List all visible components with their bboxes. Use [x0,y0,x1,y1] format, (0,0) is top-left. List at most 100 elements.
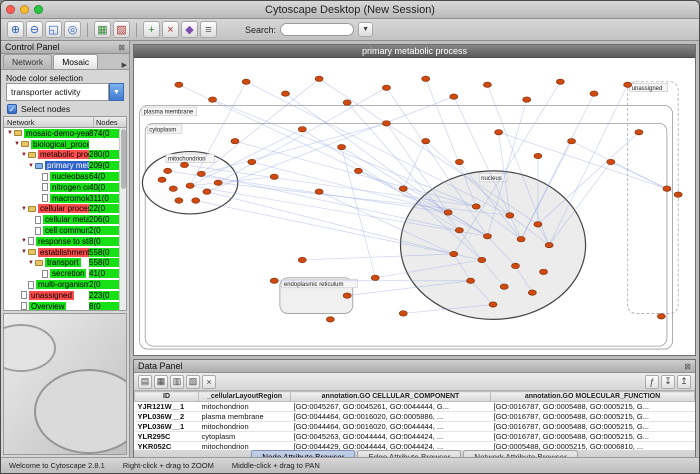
graph-edge[interactable] [213,100,477,207]
graph-edge[interactable] [302,129,459,230]
match-attribute-icon[interactable]: ▧ [186,375,200,389]
expand-arrow-icon[interactable]: ▼ [20,152,28,158]
tree-header-network[interactable]: Network [4,117,94,127]
graph-node[interactable] [540,269,548,274]
destroy-network-icon[interactable]: × [162,21,179,38]
close-panel-icon[interactable]: ⊠ [118,43,125,52]
tree-item-mosaic-demo-yeast[interactable]: ▼mosaic-demo-yeast874(0 [4,128,119,139]
expand-arrow-icon[interactable]: ▼ [27,163,35,169]
hide-selected-icon[interactable]: ▨ [113,21,130,38]
graph-node[interactable] [242,79,250,84]
graph-node[interactable] [674,192,682,197]
graph-node[interactable] [534,222,542,227]
tree-item-overview[interactable]: Overview8(0 [4,301,119,310]
graph-node[interactable] [517,236,525,241]
cell-value[interactable]: [GO:0044464, GO:0016020, GO:0005886, ... [291,412,491,422]
vizmapper-icon[interactable]: ◆ [181,21,198,38]
graph-node[interactable] [663,186,671,191]
cell-value[interactable]: [GO:0044429, GO:0044444, GO:0044424, ... [291,442,491,451]
graph-node[interactable] [422,138,430,143]
cell-value[interactable]: mitochondrion [199,422,291,432]
cell-id[interactable]: YPL036W__2 [135,412,199,422]
tree-item-establishment-of-lo[interactable]: ▼establishment of lo...558(0 [4,247,119,258]
export-attributes-icon[interactable]: ↥ [677,375,691,389]
graph-node[interactable] [209,97,217,102]
table-row[interactable]: YJR121W__1mitochondrion[GO:0045267, GO:0… [135,402,695,412]
graph-node[interactable] [281,91,289,96]
graph-node[interactable] [534,153,542,158]
table-row[interactable]: YKR052Cmitochondrion[GO:0044429, GO:0044… [135,442,695,451]
tree-item-cell-communica[interactable]: cell communica...2(0 [4,225,119,236]
graph-node[interactable] [270,174,278,179]
import-attributes-icon[interactable]: ↧ [661,375,675,389]
graph-node[interactable] [197,171,205,176]
cell-id[interactable]: YKR052C [135,442,199,451]
tree-header-nodes[interactable]: Nodes [94,117,126,127]
graph-node[interactable] [657,314,665,319]
tab-network[interactable]: Network [3,54,52,69]
tree-item-secretion[interactable]: secretion41(0 [4,268,119,279]
graph-node[interactable] [624,82,632,87]
expand-arrow-icon[interactable]: ▼ [13,141,21,147]
graph-node[interactable] [568,138,576,143]
graph-node[interactable] [326,317,334,322]
expand-arrow-icon[interactable]: ▼ [20,238,28,244]
graph-edge[interactable] [572,141,667,189]
tab-mosaic[interactable]: Mosaic [53,54,98,69]
graph-edge[interactable] [235,141,476,206]
cell-value[interactable]: [GO:0045267, GO:0045261, GO:0044444, G..… [291,402,491,412]
trash-icon[interactable]: × [202,375,216,389]
tree-item-nitrogen-compo[interactable]: nitrogen compo...40(0 [4,182,119,193]
graph-node[interactable] [511,263,519,268]
graph-node[interactable] [371,275,379,280]
graph-node[interactable] [175,82,183,87]
cell-value[interactable]: [GO:0045263, GO:0044444, GO:0044424, ... [291,432,491,442]
tree-item-transport[interactable]: ▼transport558(0 [4,258,119,269]
graph-node[interactable] [528,290,536,295]
node-color-select[interactable]: transporter activity ▼ [6,83,124,101]
graph-node[interactable] [483,82,491,87]
graph-node[interactable] [472,204,480,209]
graph-edge[interactable] [285,94,448,213]
graph-node[interactable] [422,76,430,81]
graph-node[interactable] [506,213,514,218]
graph-node[interactable] [180,162,188,167]
graph-node[interactable] [343,293,351,298]
tree-item-unassigned[interactable]: unassigned223(0 [4,290,119,301]
tree-item-metabolic-process[interactable]: ▼metabolic process280(0 [4,150,119,161]
graph-node[interactable] [590,91,598,96]
graph-node[interactable] [478,257,486,262]
graph-node[interactable] [455,228,463,233]
table-row[interactable]: YPL036W__1mitochondrion[GO:0044464, GO:0… [135,422,695,432]
column-header-annotation-go-molecular-function[interactable]: annotation.GO MOLECULAR_FUNCTION [491,392,695,402]
graph-node[interactable] [444,210,452,215]
cell-value[interactable]: [GO:0044464, GO:0016020, GO:0044444, ... [291,422,491,432]
column-header-annotation-go-cellular-component[interactable]: annotation.GO CELLULAR_COMPONENT [291,392,491,402]
cell-id[interactable]: YPL036W__1 [135,422,199,432]
search-options-button[interactable]: ▼ [358,22,373,37]
select-nodes-checkbox[interactable]: ✓ [7,104,17,114]
tree-item-response-to-stimu[interactable]: ▼response to stimu...8(0 [4,236,119,247]
column-header-id[interactable]: ID [135,392,199,402]
graph-node[interactable] [192,198,200,203]
expand-arrow-icon[interactable]: ▼ [27,260,35,266]
cell-value[interactable]: [GO:0016787, GO:0005488, GO:0005215, G..… [491,432,695,442]
tree-item-cellular-process[interactable]: ▼cellular process22(0 [4,204,119,215]
graph-node[interactable] [500,284,508,289]
graph-node[interactable] [164,168,172,173]
tree-item-macromolecule[interactable]: macromolecule...311(0 [4,193,119,204]
attribute-table[interactable]: ID_cellularLayoutRegionannotation.GO CEL… [134,391,695,450]
cell-value[interactable]: mitochondrion [199,402,291,412]
graph-node[interactable] [489,302,497,307]
graph-node[interactable] [399,186,407,191]
more-tabs-icon[interactable]: ▶ [122,61,127,69]
network-overview-thumbnail[interactable] [3,313,127,455]
tree-item-biological-process[interactable]: ▼biological_process [4,139,119,150]
delete-attribute-icon[interactable]: ▥ [170,375,184,389]
graph-node[interactable] [354,168,362,173]
graph-node[interactable] [338,144,346,149]
graph-node[interactable] [315,76,323,81]
graph-node[interactable] [523,97,531,102]
select-nodes-option[interactable]: ✓ Select nodes [1,101,129,116]
graph-node[interactable] [607,159,615,164]
